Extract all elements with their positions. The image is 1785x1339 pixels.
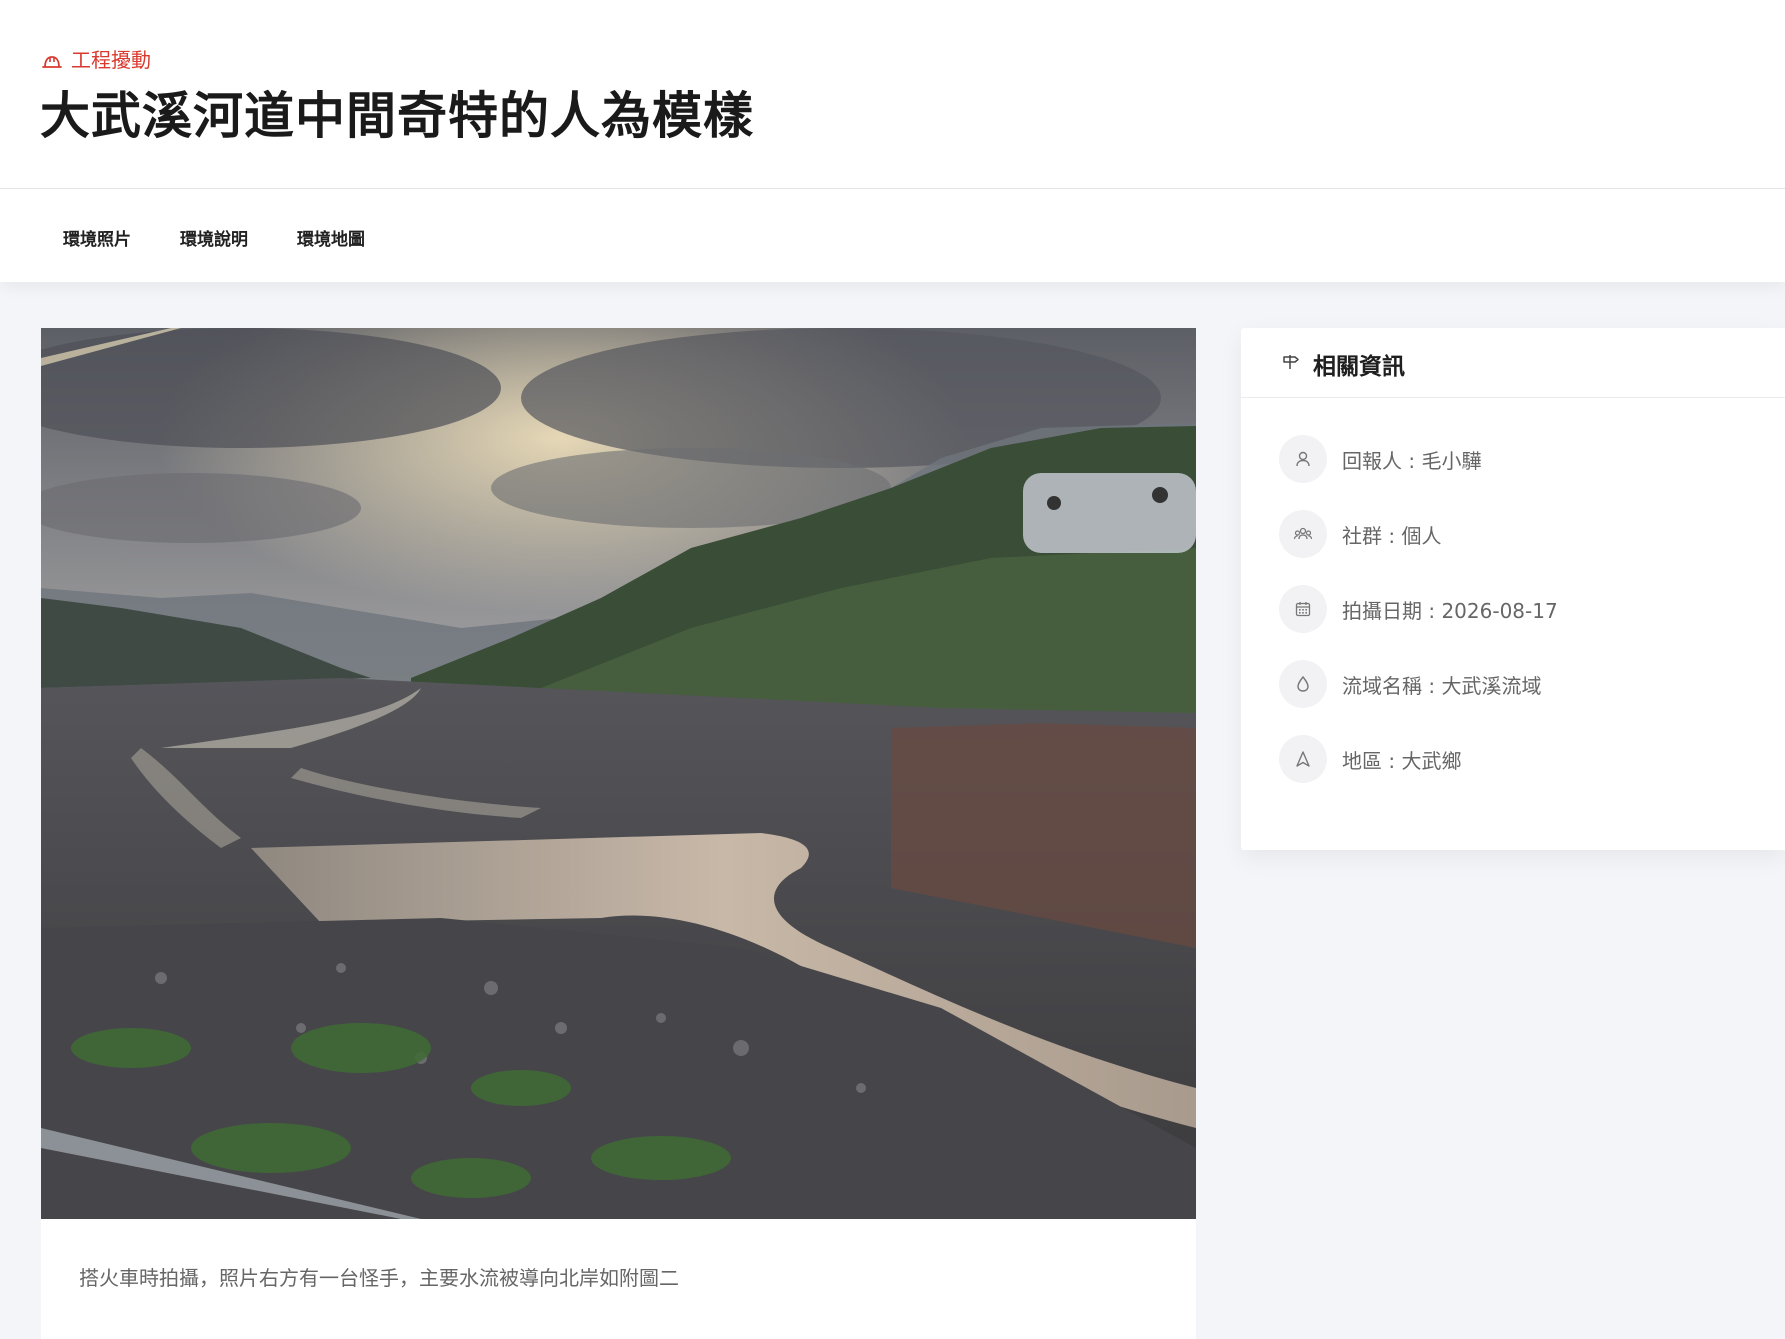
community-item: 社群 : 個人 bbox=[1279, 510, 1441, 558]
tab-map[interactable]: 環境地圖 bbox=[297, 225, 365, 250]
hard-hat-icon bbox=[41, 51, 63, 68]
related-info-card: 相關資訊 回報人 : 毛小驊 社群 : 個人 拍攝日期 : 2026-08-17… bbox=[1241, 328, 1785, 850]
navigation-icon bbox=[1279, 735, 1327, 783]
category-text[interactable]: 工程擾動 bbox=[71, 44, 151, 73]
category-label[interactable]: 工程擾動 bbox=[41, 44, 151, 73]
region-text: 地區 : 大武鄉 bbox=[1342, 748, 1462, 773]
reporter-text: 回報人 : 毛小驊 bbox=[1342, 448, 1482, 473]
page-title: 大武溪河道中間奇特的人為模樣 bbox=[40, 87, 754, 145]
watershed-item: 流域名稱 : 大武溪流域 bbox=[1279, 660, 1541, 708]
section-tabs: 環境照片 環境說明 環境地圖 bbox=[0, 189, 1785, 282]
date-item: 拍攝日期 : 2026-08-17 bbox=[1279, 585, 1558, 633]
calendar-icon bbox=[1279, 585, 1327, 633]
environment-photo[interactable] bbox=[41, 328, 1196, 1219]
tab-photos[interactable]: 環境照片 bbox=[63, 225, 131, 250]
user-icon bbox=[1279, 435, 1327, 483]
group-icon bbox=[1279, 510, 1327, 558]
signpost-icon bbox=[1282, 353, 1300, 371]
photo-caption: 搭火車時拍攝，照片右方有一台怪手，主要水流被導向北岸如附圖二 bbox=[79, 1266, 679, 1290]
tab-description[interactable]: 環境說明 bbox=[180, 225, 248, 250]
watershed-text: 流域名稱 : 大武溪流域 bbox=[1342, 673, 1542, 698]
page-header: 工程擾動 大武溪河道中間奇特的人為模樣 bbox=[0, 0, 1785, 189]
region-item: 地區 : 大武鄉 bbox=[1279, 735, 1461, 783]
date-text: 拍攝日期 : 2026-08-17 bbox=[1342, 598, 1558, 623]
photo-card: 搭火車時拍攝，照片右方有一台怪手，主要水流被導向北岸如附圖二 bbox=[41, 328, 1196, 1339]
reporter-item: 回報人 : 毛小驊 bbox=[1279, 435, 1481, 483]
related-info-header: 相關資訊 bbox=[1241, 328, 1785, 398]
community-text: 社群 : 個人 bbox=[1342, 523, 1442, 548]
water-drop-icon bbox=[1279, 660, 1327, 708]
related-info-title: 相關資訊 bbox=[1313, 354, 1405, 380]
